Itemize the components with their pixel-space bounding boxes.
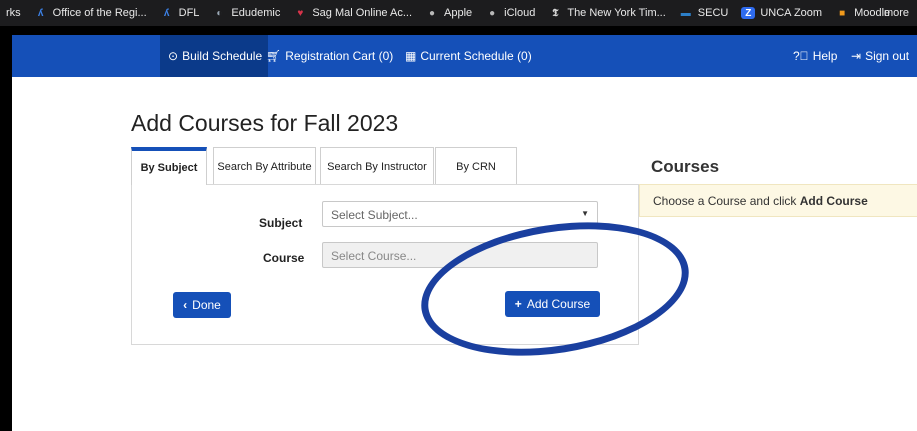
done-button-label: Done — [192, 298, 221, 312]
subject-label: Subject — [259, 216, 303, 230]
bookmark-item[interactable]: ʎ Office of the Regi... — [34, 7, 147, 19]
nav-registration-cart[interactable]: 🛒︎ Registration Cart (0) — [266, 35, 393, 77]
bookmark-item[interactable]: 𝕿 The New York Tim... — [548, 7, 666, 19]
bookmark-item[interactable]: ● iCloud — [485, 7, 535, 19]
subject-select[interactable]: Select Subject... ▼ — [322, 201, 598, 227]
courses-notice: Choose a Course and click Add Course — [639, 184, 917, 217]
bookmark-item[interactable]: Z UNCA Zoom — [741, 7, 822, 19]
help-icon: ?⃝ — [793, 49, 809, 63]
nav-build-schedule-label: Build Schedule — [182, 49, 263, 63]
bookmarks-bar: rks ʎ Office of the Regi... ʎ DFL ◐ Edudemic ♥ S… — [0, 0, 917, 26]
tab-by-crn[interactable]: By CRN — [435, 147, 517, 185]
nyt-icon: 𝕿 — [552, 7, 559, 19]
nav-sign-out[interactable]: ⇥ Sign out — [851, 35, 909, 77]
zoom-icon: Z — [741, 7, 756, 19]
bookmark-label: DFL — [178, 7, 200, 19]
main-page: Add Courses for Fall 2023 By Subject Sea… — [12, 77, 917, 431]
bookmark-label: Sag Mal Online Ac... — [312, 7, 413, 19]
nav-current-schedule-label: Current Schedule (0) — [420, 49, 532, 63]
bookmark-label: SECU — [697, 7, 729, 19]
courses-notice-bold: Add Course — [799, 194, 868, 208]
chevron-left-icon: ‹ — [183, 298, 188, 312]
calendar-icon: ▦ — [405, 49, 417, 63]
course-select-value: Select Course... — [331, 249, 417, 263]
bookmark-item[interactable]: ♥ Sag Mal Online Ac... — [293, 7, 412, 19]
bookmark-item[interactable]: ◐ Edudemic — [212, 7, 280, 19]
moodle-icon: ■ — [839, 7, 846, 19]
bookmark-label: Edudemic — [231, 7, 281, 19]
tab-search-by-instructor[interactable]: Search By Instructor — [320, 147, 434, 185]
bookmarks-more[interactable]: more — [884, 0, 909, 26]
bookmark-item[interactable]: ▬ SECU — [679, 7, 729, 19]
page-title: Add Courses for Fall 2023 — [131, 110, 399, 136]
caret-down-icon: ▼ — [581, 209, 589, 218]
course-select[interactable]: Select Course... — [322, 242, 598, 268]
nav-help[interactable]: ?⃝ Help — [793, 35, 837, 77]
bookmark-label: The New York Tim... — [567, 7, 666, 19]
plus-icon: + — [514, 297, 522, 311]
bookmark-item[interactable]: rks — [6, 7, 21, 19]
bookmark-label: iCloud — [504, 7, 536, 19]
done-button[interactable]: ‹ Done — [173, 292, 231, 318]
uncw-icon: ʎ — [37, 7, 44, 19]
apple-icon: ● — [489, 7, 496, 19]
nav-sign-out-label: Sign out — [865, 49, 910, 63]
secu-icon: ▬ — [680, 7, 691, 19]
edudemic-icon: ◐ — [216, 7, 223, 19]
clock-icon: ⊙ — [168, 49, 179, 63]
nav-registration-cart-label: Registration Cart (0) — [285, 49, 394, 63]
search-panel: Subject Select Subject... ▼ Course Selec… — [131, 184, 639, 345]
courses-notice-text: Choose a Course and click — [653, 194, 800, 208]
add-course-button[interactable]: + Add Course — [505, 291, 600, 317]
uncw-icon: ʎ — [163, 7, 170, 19]
apple-icon: ● — [428, 7, 436, 19]
heart-icon: ♥ — [297, 7, 304, 19]
bookmark-label: rks — [6, 7, 21, 19]
course-label: Course — [263, 251, 305, 265]
sign-out-icon: ⇥ — [851, 49, 862, 63]
tab-by-subject[interactable]: By Subject — [131, 147, 207, 185]
bookmark-label: Apple — [444, 7, 473, 19]
subject-select-value: Select Subject... — [331, 208, 418, 222]
nav-current-schedule[interactable]: ▦ Current Schedule (0) — [405, 35, 532, 77]
nav-help-label: Help — [812, 49, 838, 63]
bookmark-item[interactable]: ■ Moodle — [835, 7, 890, 19]
nav-bar: ⊙ Build Schedule 🛒︎ Registration Cart (0… — [12, 35, 917, 77]
nav-build-schedule[interactable]: ⊙ Build Schedule — [160, 35, 269, 77]
add-course-button-label: Add Course — [526, 297, 591, 311]
courses-heading: Courses — [651, 157, 720, 176]
bookmark-item[interactable]: ʎ DFL — [160, 7, 200, 19]
cart-icon: 🛒︎ — [266, 49, 282, 63]
bookmark-label: Office of the Regi... — [52, 7, 147, 19]
bookmark-label: UNCA Zoom — [760, 7, 823, 19]
bookmark-item[interactable]: ● Apple — [425, 7, 472, 19]
tab-search-by-attribute[interactable]: Search By Attribute — [213, 147, 316, 185]
